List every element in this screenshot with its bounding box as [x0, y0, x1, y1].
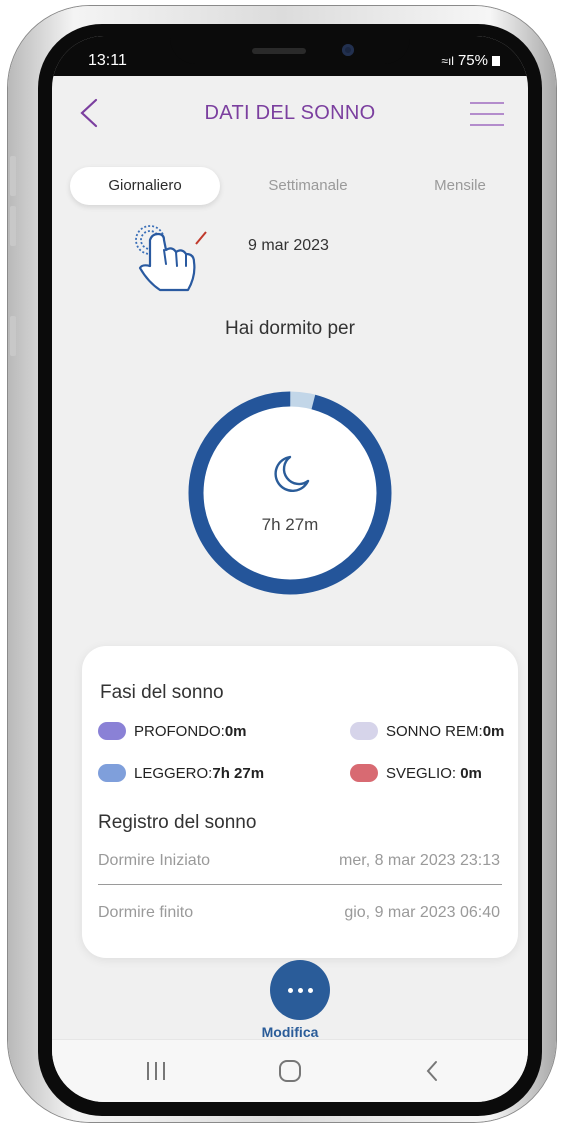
edit-button-label[interactable]: Modifica	[52, 1024, 528, 1040]
legend-value: 0m	[482, 722, 505, 740]
legend-dot	[98, 722, 126, 740]
legend-item-sveglio: SVEGLIO: 0m	[350, 764, 482, 782]
log-row-end: Dormire finito gio, 9 mar 2023 06:40	[98, 904, 500, 922]
legend-value: 7h 27m	[212, 764, 265, 782]
log-row-label: Dormire finito	[98, 904, 194, 921]
legend-item-sonno-rem: SONNO REM: 0m	[350, 722, 504, 740]
divider	[98, 884, 502, 885]
tab-giornaliero[interactable]: Giornaliero	[70, 167, 220, 205]
log-row-value: gio, 9 mar 2023 06:40	[344, 904, 500, 921]
side-button	[10, 316, 16, 356]
legend-label: LEGGERO:	[134, 764, 213, 782]
log-row-start: Dormire Iniziato mer, 8 mar 2023 23:13	[98, 852, 500, 870]
legend-label: PROFONDO:	[134, 722, 225, 740]
legend-item-profondo: PROFONDO: 0m	[98, 722, 247, 740]
battery-level: 75%	[457, 52, 488, 69]
swipe-hand-icon	[135, 225, 207, 292]
status-indicators: ≈ıl 75%	[441, 52, 500, 69]
log-row-label: Dormire Iniziato	[98, 852, 211, 869]
status-time: 13:11	[88, 52, 127, 69]
header: DATI DEL SONNO	[52, 88, 528, 138]
period-tabs: Giornaliero Settimanale Mensile	[70, 167, 514, 205]
side-button	[10, 156, 16, 196]
phone-screen: 13:11 ≈ıl 75% DATI DEL SONNO Giornaliero…	[52, 36, 528, 1102]
log-row-value: mer, 8 mar 2023 23:13	[339, 852, 500, 869]
phases-title: Fasi del sonno	[100, 682, 224, 703]
front-camera	[342, 44, 354, 56]
side-button	[10, 206, 16, 246]
tab-mensile[interactable]: Mensile	[404, 167, 516, 205]
recent-apps-icon[interactable]	[144, 1056, 168, 1086]
battery-icon	[492, 55, 500, 66]
moon-icon	[274, 455, 310, 492]
home-icon[interactable]	[276, 1056, 304, 1086]
sleep-duration-value: 7h 27m	[261, 515, 319, 534]
legend-label: SVEGLIO:	[386, 764, 461, 782]
legend-value: 0m	[460, 764, 482, 782]
log-title: Registro del sonno	[98, 812, 257, 833]
date-label: 9 mar 2023	[248, 237, 329, 254]
hamburger-menu-icon[interactable]	[470, 102, 504, 126]
legend-dot	[350, 722, 378, 740]
legend-item-leggero: LEGGERO: 7h 27m	[98, 764, 264, 782]
legend-dot	[98, 764, 126, 782]
speaker	[252, 48, 306, 54]
wifi-signal-icon: ≈ıl	[441, 53, 454, 68]
slept-label: Hai dormito per	[225, 318, 355, 339]
tab-settimanale[interactable]: Settimanale	[238, 167, 378, 205]
legend-value: 0m	[224, 722, 247, 740]
sleep-ring: 7h 27m	[188, 391, 392, 595]
sleep-phases-card: Fasi del sonno PROFONDO: 0m SONNO REM: 0m …	[82, 646, 518, 958]
page-title: DATI DEL SONNO	[204, 102, 376, 124]
notch	[170, 36, 410, 64]
legend-label: SONNO REM:	[386, 722, 483, 740]
system-nav-bar	[52, 1039, 528, 1102]
phone-frame: 13:11 ≈ıl 75% DATI DEL SONNO Giornaliero…	[8, 6, 556, 1122]
legend-dot	[350, 764, 378, 782]
more-dots-icon[interactable]	[270, 960, 330, 1020]
back-nav-icon[interactable]	[422, 1056, 442, 1086]
